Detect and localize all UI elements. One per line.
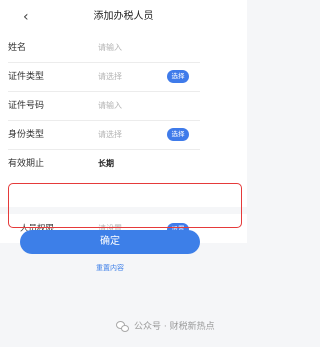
select-id-type-button[interactable]: 选择 xyxy=(167,70,189,83)
expiry-value[interactable]: 长期 xyxy=(98,157,114,171)
highlight-box xyxy=(8,183,242,228)
field-label: 姓名 xyxy=(8,43,27,53)
back-icon[interactable]: ‹ xyxy=(23,9,37,25)
field-label: 有效期止 xyxy=(8,159,45,169)
field-label: 身份类型 xyxy=(8,130,45,140)
row-identity-type[interactable]: 身份类型 请选择 选择 xyxy=(0,121,247,150)
watermark: 公众号 · 财税新热点 xyxy=(116,320,215,334)
row-name[interactable]: 姓名 请输入 xyxy=(0,34,247,63)
reset-link[interactable]: 重置内容 xyxy=(20,263,200,273)
select-identity-type-button[interactable]: 选择 xyxy=(167,128,189,141)
row-expiry[interactable]: 有效期止 长期 xyxy=(0,150,247,179)
id-type-select[interactable]: 请选择 xyxy=(98,70,122,84)
form-card: 姓名 请输入 证件类型 请选择 选择 证件号码 请输入 身份类型 请选择 选择 … xyxy=(0,34,247,207)
identity-type-select[interactable]: 请选择 xyxy=(98,128,122,142)
top-bar: ‹ 添加办税人员 xyxy=(0,0,247,34)
name-input[interactable]: 请输入 xyxy=(98,41,122,55)
row-id-type[interactable]: 证件类型 请选择 选择 xyxy=(0,63,247,92)
row-id-number[interactable]: 证件号码 请输入 xyxy=(0,92,247,121)
id-number-input[interactable]: 请输入 xyxy=(98,99,122,113)
confirm-button[interactable]: 确定 xyxy=(20,230,200,254)
watermark-text: 公众号 · 财税新热点 xyxy=(134,322,215,332)
field-label: 证件类型 xyxy=(8,72,45,82)
field-label: 证件号码 xyxy=(8,101,45,111)
wechat-icon xyxy=(116,321,130,333)
page-title: 添加办税人员 xyxy=(93,11,154,22)
